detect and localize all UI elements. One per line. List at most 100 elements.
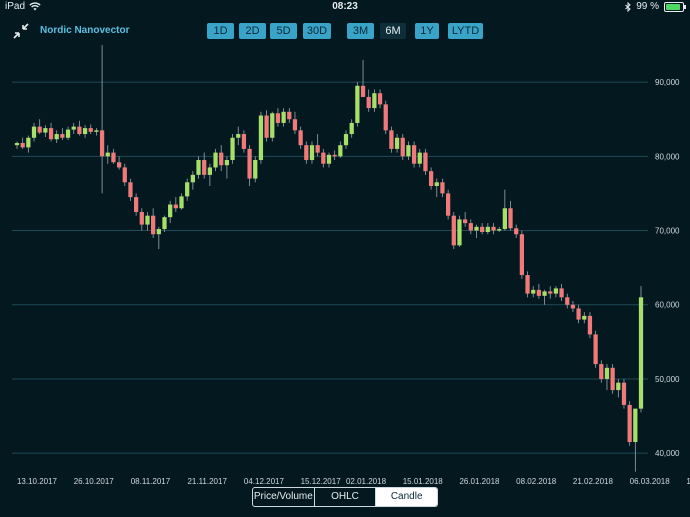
candle-body: [582, 315, 587, 320]
candle-body: [65, 129, 71, 138]
view-mode-selector: Price/Volume OHLC Candle: [252, 487, 438, 507]
x-tick-label: 21.11.2017: [187, 477, 227, 486]
candle-body: [71, 126, 76, 130]
candle-body: [468, 223, 473, 231]
candle-body: [179, 196, 184, 209]
candle-body: [553, 288, 559, 294]
candle-body: [394, 137, 400, 149]
candle-body: [236, 134, 241, 138]
candle-body: [321, 152, 326, 164]
candle-body: [281, 111, 286, 123]
candle-body: [440, 182, 445, 194]
candle-body: [14, 142, 20, 146]
candle-body: [145, 215, 150, 225]
candle-body: [587, 315, 593, 335]
candle-body: [406, 145, 411, 157]
candle-body: [531, 289, 536, 294]
candle-body: [491, 226, 496, 231]
candle-body: [151, 215, 156, 235]
candle-body: [247, 148, 252, 179]
candle-body: [355, 85, 360, 123]
candle-body: [213, 152, 218, 168]
candle-body: [134, 197, 139, 212]
view-mode-candle[interactable]: Candle: [376, 488, 437, 506]
candle-body: [428, 171, 434, 186]
candle-body: [434, 182, 439, 186]
candle-body: [253, 160, 258, 179]
candle-body: [570, 304, 576, 309]
candle-body: [576, 308, 581, 320]
candle-body: [372, 93, 377, 109]
candle-body: [599, 364, 604, 379]
candle-body: [156, 229, 161, 235]
candle-body: [514, 228, 519, 235]
candle-body: [82, 128, 88, 135]
y-tick-label: 40,000: [655, 449, 680, 458]
candle-body: [366, 96, 371, 109]
candle-body: [31, 126, 37, 138]
x-tick-label: 15.12.2017: [301, 477, 342, 486]
candle-body: [326, 154, 332, 164]
candle-body: [292, 119, 298, 131]
candle-body: [621, 382, 627, 405]
candle-body: [411, 145, 417, 164]
candle-body: [548, 291, 553, 294]
candle-body: [241, 134, 247, 149]
candle-body: [202, 160, 207, 175]
candle-body: [457, 219, 462, 246]
candle-body: [349, 122, 354, 135]
candle-body: [593, 334, 598, 365]
candle-body: [48, 128, 54, 140]
candle-body: [196, 160, 201, 175]
x-tick-label: 19.03.2018: [686, 477, 690, 486]
candle-body: [230, 137, 235, 161]
candle-body: [315, 145, 320, 153]
candle-body: [304, 145, 309, 161]
x-tick-label: 21.02.2018: [573, 477, 614, 486]
candle-body: [627, 404, 632, 443]
y-tick-label: 60,000: [655, 301, 680, 310]
candle-body: [26, 137, 31, 148]
x-tick-label: 15.01.2018: [403, 477, 444, 486]
candle-body: [219, 152, 224, 166]
candlestick-chart: 40,000 50,000 60,000 70,000 80,000 90,000 13.1…: [12, 45, 690, 486]
x-tick-label: 26.10.2017: [74, 477, 115, 486]
candle-body: [99, 130, 105, 157]
candle-body: [60, 134, 65, 138]
candle-body: [360, 85, 366, 97]
candle-body: [638, 297, 644, 409]
candle-body: [207, 167, 212, 175]
candle-body: [309, 145, 315, 161]
candle-body: [502, 208, 507, 230]
candle-body: [111, 152, 116, 163]
candle-body: [287, 111, 292, 120]
candle-body: [20, 142, 25, 148]
x-tick-label: 26.01.2018: [459, 477, 500, 486]
candle-body: [446, 193, 451, 216]
candle-body: [88, 128, 93, 132]
y-tick-label: 50,000: [655, 375, 680, 384]
candle-body: [377, 93, 383, 105]
view-mode-ohlc[interactable]: OHLC: [315, 488, 377, 506]
view-mode-price-volume[interactable]: Price/Volume: [253, 488, 315, 506]
candle-body: [480, 226, 485, 233]
candle-body: [43, 128, 48, 133]
candle-body: [616, 382, 621, 391]
candle-body: [224, 160, 230, 166]
candle-body: [633, 408, 638, 443]
y-tick-label: 70,000: [655, 227, 680, 236]
candle-body: [400, 137, 405, 157]
x-tick-label: 08.02.2018: [516, 477, 557, 486]
candle-body: [508, 208, 513, 229]
candle-body: [497, 229, 502, 231]
x-tick-label: 06.03.2018: [630, 477, 671, 486]
candle-body: [270, 113, 275, 138]
candle-body: [332, 154, 337, 157]
candle-body: [162, 217, 167, 230]
y-tick-label: 80,000: [655, 152, 680, 161]
candle-body: [338, 145, 343, 157]
candle-body: [190, 174, 195, 183]
candle-body: [128, 182, 133, 198]
candle-body: [542, 291, 547, 296]
candle-body: [185, 182, 190, 197]
